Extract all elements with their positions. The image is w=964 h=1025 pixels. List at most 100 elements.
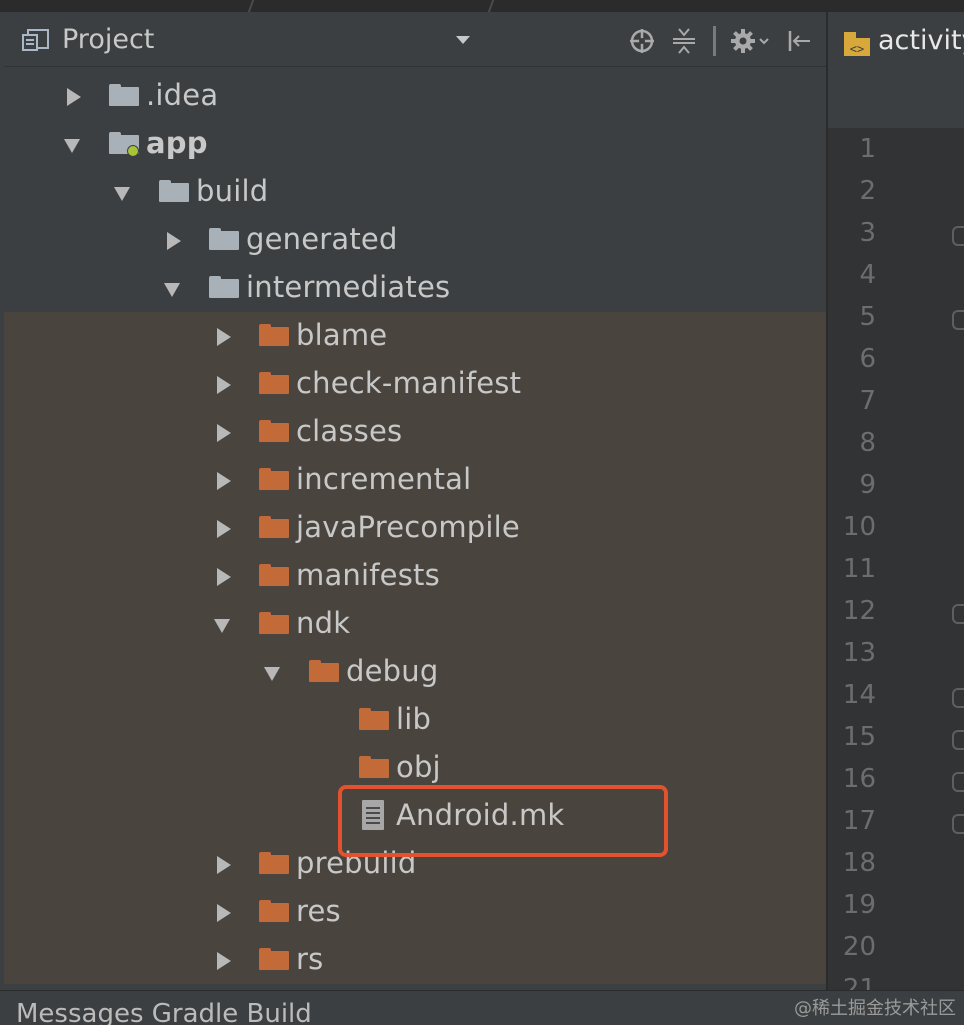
tree-item-label: debug [346,654,439,688]
locate-icon[interactable] [627,26,657,56]
line-number: 14 [842,680,876,710]
gear-icon[interactable] [728,26,772,56]
tree-item-label: classes [296,414,403,448]
line-number: 13 [842,638,876,668]
line-number: 9 [859,470,876,500]
expand-arrow-icon[interactable] [217,328,231,346]
line-number: 6 [859,344,876,374]
folder-icon [209,276,239,298]
tree-item-debug[interactable]: debug [4,648,826,696]
line-number: 2 [859,176,876,206]
editor-tab-activity[interactable]: activity [878,25,964,56]
line-number: 17 [842,806,876,836]
collapse-arrow-icon[interactable] [264,667,280,681]
tree-item-app[interactable]: app [4,120,826,168]
tree-item-idea[interactable]: .idea [4,72,826,120]
tree-item-blame[interactable]: blame [4,312,826,360]
tree-item-label: obj [396,750,441,784]
tree-item-classes[interactable]: classes [4,408,826,456]
excluded-folder-icon [259,468,289,490]
header-divider [713,26,716,56]
expand-arrow-icon[interactable] [217,472,231,490]
tree-item-label: rs [296,942,324,976]
expand-arrow-icon[interactable] [167,232,181,250]
tree-item-label: manifests [296,558,440,592]
line-number: 7 [859,386,876,416]
editor-breadcrumb [828,70,964,129]
editor-tab-bar: <> activity [828,12,964,70]
tree-item-label: javaPrecompile [296,510,520,544]
expand-arrow-icon[interactable] [217,952,231,970]
line-number: 3 [859,218,876,248]
line-number: 5 [859,302,876,332]
excluded-folder-icon [259,324,289,346]
excluded-folder-icon [309,660,339,682]
tree-item-label: blame [296,318,388,352]
line-number: 16 [842,764,876,794]
strip-separator [487,0,495,12]
tree-item-label: generated [246,222,398,256]
collapse-arrow-icon[interactable] [214,619,230,633]
module-folder-icon [109,132,139,157]
fold-marker-icon[interactable] [952,772,964,792]
line-number: 20 [842,932,876,962]
collapse-arrow-icon[interactable] [64,139,80,153]
fold-marker-icon[interactable] [952,688,964,708]
strip-separator [247,0,255,12]
tree-item-label: lib [396,702,432,736]
tree-item-ndk[interactable]: ndk [4,600,826,648]
expand-arrow-icon[interactable] [217,568,231,586]
excluded-folder-icon [359,708,389,730]
hide-panel-icon[interactable] [784,26,814,56]
tree-item-javaprecompile[interactable]: javaPrecompile [4,504,826,552]
editor-gutter: 1 2 3 4 5 6 7 8 9 10 11 12 13 14 15 16 17 18 19 20 21 [828,128,964,1004]
line-number: 8 [859,428,876,458]
tree-item-res[interactable]: res [4,888,826,936]
line-number: 18 [842,848,876,878]
fold-marker-icon[interactable] [952,730,964,750]
collapse-arrow-icon[interactable] [114,187,130,201]
fold-marker-icon[interactable] [952,604,964,624]
view-dropdown-icon[interactable] [456,36,470,44]
collapse-arrow-icon[interactable] [164,283,180,297]
tree-item-label: app [146,126,208,160]
line-number: 4 [859,260,876,290]
expand-arrow-icon[interactable] [217,520,231,538]
excluded-folder-icon [259,564,289,586]
tree-item-label: .idea [146,78,219,112]
tree-item-label: check-manifest [296,366,522,400]
tree-item-rs[interactable]: rs [4,936,826,984]
expand-arrow-icon[interactable] [217,856,231,874]
tree-item-label: incremental [296,462,472,496]
line-number: 1 [859,134,876,164]
line-number: 19 [842,890,876,920]
excluded-folder-icon [259,852,289,874]
excluded-folder-icon [259,612,289,634]
tree-item-lib[interactable]: lib [4,696,826,744]
expand-arrow-icon[interactable] [217,424,231,442]
tree-item-generated[interactable]: generated [4,216,826,264]
collapse-all-icon[interactable] [669,26,699,56]
expand-arrow-icon[interactable] [217,376,231,394]
expand-arrow-icon[interactable] [67,88,81,106]
tree-item-incremental[interactable]: incremental [4,456,826,504]
excluded-folder-icon [259,948,289,970]
folder-icon [209,228,239,250]
fold-marker-icon[interactable] [952,310,964,330]
fold-marker-icon[interactable] [952,814,964,834]
panel-title[interactable]: Project [62,24,154,55]
window-top-strip [0,0,964,12]
tree-item-label: ndk [296,606,351,640]
excluded-folder-icon [259,372,289,394]
messages-gradle-build-tab[interactable]: Messages Gradle Build [16,999,312,1025]
tree-item-build[interactable]: build [4,168,826,216]
tree-item-manifests[interactable]: manifests [4,552,826,600]
tree-item-check-manifest[interactable]: check-manifest [4,360,826,408]
line-number: 11 [842,554,876,584]
line-number: 12 [842,596,876,626]
expand-arrow-icon[interactable] [217,904,231,922]
fold-marker-icon[interactable] [952,226,964,246]
highlight-annotation-box [338,785,668,857]
project-panel-header: Project [4,12,826,67]
tree-item-intermediates[interactable]: intermediates [4,264,826,312]
